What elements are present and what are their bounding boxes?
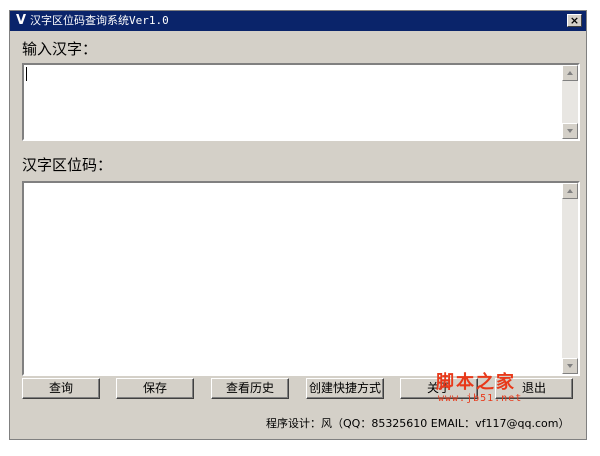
hanzi-input-textarea[interactable] (22, 63, 580, 141)
output-scrollbar[interactable] (562, 183, 578, 374)
watermark-url: www.jb51.net (438, 393, 523, 404)
output-label: 汉字区位码： (22, 156, 113, 174)
watermark: 脚本之家 www.jb51.net (436, 368, 521, 404)
close-button[interactable]: × (567, 14, 582, 27)
save-button[interactable]: 保存 (116, 378, 194, 399)
arrow-up-icon (567, 71, 573, 75)
input-scrollbar[interactable] (562, 65, 578, 139)
arrow-down-icon (567, 129, 573, 133)
view-history-button[interactable]: 查看历史 (211, 378, 289, 399)
app-logo-icon: V (15, 13, 27, 28)
author-credit: 程序设计：风（QQ：85325610 EMAIL：vf117@qq.com） (266, 417, 570, 430)
scroll-up-button[interactable] (562, 183, 578, 199)
window-title: 汉字区位码查询系统Ver1.0 (30, 14, 169, 27)
title-bar[interactable]: V 汉字区位码查询系统Ver1.0 × (10, 11, 586, 31)
input-label: 输入汉字： (22, 40, 98, 58)
scroll-down-button[interactable] (562, 123, 578, 139)
text-caret (26, 67, 27, 81)
scroll-up-button[interactable] (562, 65, 578, 81)
create-shortcut-button[interactable]: 创建快捷方式 (306, 378, 384, 399)
scroll-down-button[interactable] (562, 358, 578, 374)
watermark-logo: 脚本之家 (436, 372, 516, 393)
arrow-down-icon (567, 364, 573, 368)
arrow-up-icon (567, 189, 573, 193)
code-output-textarea[interactable] (22, 181, 580, 376)
query-button[interactable]: 查询 (22, 378, 100, 399)
